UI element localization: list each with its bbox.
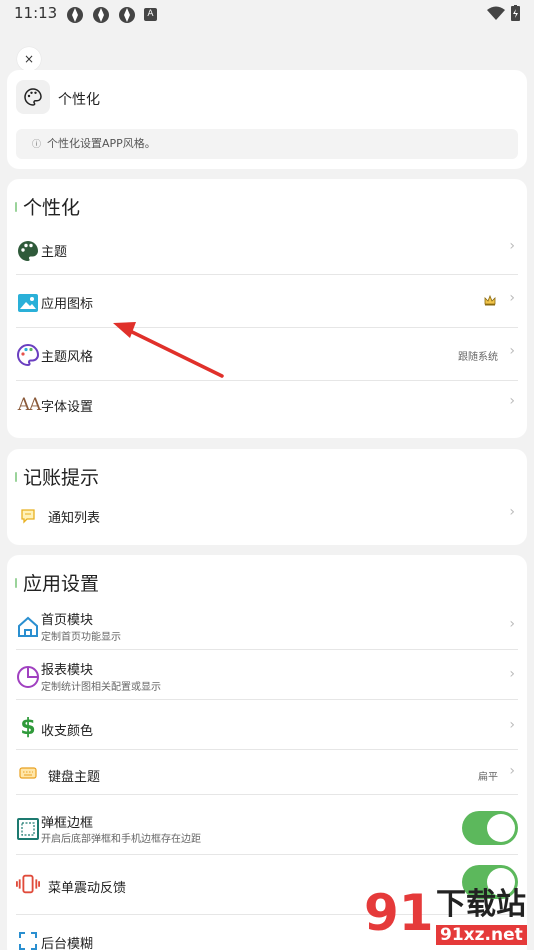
dollar-icon: $ (20, 714, 36, 740)
header-card: 个性化 ⓘ 个性化设置APP风格。 (7, 70, 527, 169)
section-title-personalization: 个性化 (15, 193, 80, 220)
chevron-right-icon: › (509, 504, 515, 520)
chevron-right-icon: › (509, 717, 515, 733)
crown-icon (484, 295, 496, 306)
watermark-logo: 91 (364, 884, 434, 942)
watermark-url: 91xz.net (436, 925, 527, 945)
chevron-right-icon: › (509, 393, 515, 409)
palette-icon (16, 80, 50, 114)
info-icon: ⓘ (32, 140, 42, 150)
status-bar: 11:13 A (0, 0, 534, 30)
home-module-sub: 定制首页功能显示 (41, 632, 121, 643)
theme-style-label: 主题风格 (41, 350, 94, 365)
close-button[interactable]: × (17, 47, 41, 71)
frame-icon (16, 817, 40, 841)
home-module-label: 首页模块 (41, 613, 94, 628)
hint-text: 个性化设置APP风格。 (47, 137, 156, 150)
pie-chart-icon (16, 665, 40, 689)
blur-icon (16, 929, 40, 950)
notification-list-row[interactable]: 通知列表 › (16, 497, 518, 535)
wifi-icon (487, 6, 505, 20)
app-notification-icon (93, 7, 109, 23)
background-blur-label: 后台模糊 (41, 937, 94, 950)
palette-icon (16, 239, 40, 263)
chevron-right-icon: › (509, 290, 515, 306)
app-notification-icon (119, 7, 135, 23)
image-icon (16, 291, 40, 315)
keyboard-theme-row[interactable]: 键盘主题 扁平 › (16, 750, 518, 795)
dialog-border-row: 弹框边框 开启后底部弹框和手机边框存在边距 (16, 795, 518, 855)
home-icon (16, 615, 40, 639)
keyboard-icon (16, 761, 40, 785)
font-settings-row[interactable]: AA 字体设置 › (16, 381, 518, 427)
chevron-right-icon: › (509, 238, 515, 254)
font-size-icon: AA (17, 395, 42, 415)
section-title-app-settings: 应用设置 (15, 569, 99, 596)
section-title-bookkeeping: 记账提示 (15, 463, 99, 490)
keyboard-theme-value: 扁平 (478, 772, 498, 783)
page-title: 个性化 (58, 92, 100, 108)
dialog-border-sub: 开启后底部弹框和手机边框存在边距 (41, 834, 201, 845)
watermark-text: 下载站 (436, 887, 526, 922)
palette-outline-icon (16, 343, 40, 367)
keyboard-theme-label: 键盘主题 (48, 770, 101, 785)
report-module-row[interactable]: 报表模块 定制统计图相关配置或显示 › (16, 650, 518, 700)
chevron-right-icon: › (509, 616, 515, 632)
theme-label: 主题 (41, 245, 68, 260)
vibrate-icon (16, 872, 40, 896)
app-icon-label: 应用图标 (41, 297, 94, 312)
theme-style-row[interactable]: 主题风格 跟随系统 › (16, 328, 518, 381)
chat-bubble-icon (16, 504, 40, 528)
app-notification-icon (67, 7, 83, 23)
income-color-label: 收支颜色 (41, 724, 94, 739)
notification-list-label: 通知列表 (48, 511, 101, 526)
bookkeeping-card: 记账提示 通知列表 › (7, 449, 527, 545)
dialog-border-toggle[interactable] (462, 811, 518, 845)
letter-a-icon: A (144, 8, 157, 21)
font-settings-label: 字体设置 (41, 400, 94, 415)
watermark: 91 下载站 91xz.net (360, 883, 534, 950)
personalization-card: 个性化 主题 › 应用图标 › 主题风格 跟随系统 › AA 字体设置 › (7, 179, 527, 438)
income-color-row[interactable]: $ 收支颜色 › (16, 700, 518, 750)
theme-style-value: 跟随系统 (458, 352, 498, 363)
chevron-right-icon: › (509, 343, 515, 359)
home-module-row[interactable]: 首页模块 定制首页功能显示 › (16, 603, 518, 650)
dialog-border-label: 弹框边框 (41, 816, 94, 831)
status-time: 11:13 (14, 4, 58, 22)
menu-vibration-label: 菜单震动反馈 (48, 881, 127, 896)
report-module-label: 报表模块 (41, 663, 94, 678)
theme-row[interactable]: 主题 › (16, 225, 518, 275)
chevron-right-icon: › (509, 666, 515, 682)
battery-icon (511, 5, 520, 21)
chevron-right-icon: › (509, 763, 515, 779)
app-icon-row[interactable]: 应用图标 › (16, 275, 518, 328)
report-module-sub: 定制统计图相关配置或显示 (41, 682, 161, 693)
hint-box: ⓘ 个性化设置APP风格。 (16, 129, 518, 159)
